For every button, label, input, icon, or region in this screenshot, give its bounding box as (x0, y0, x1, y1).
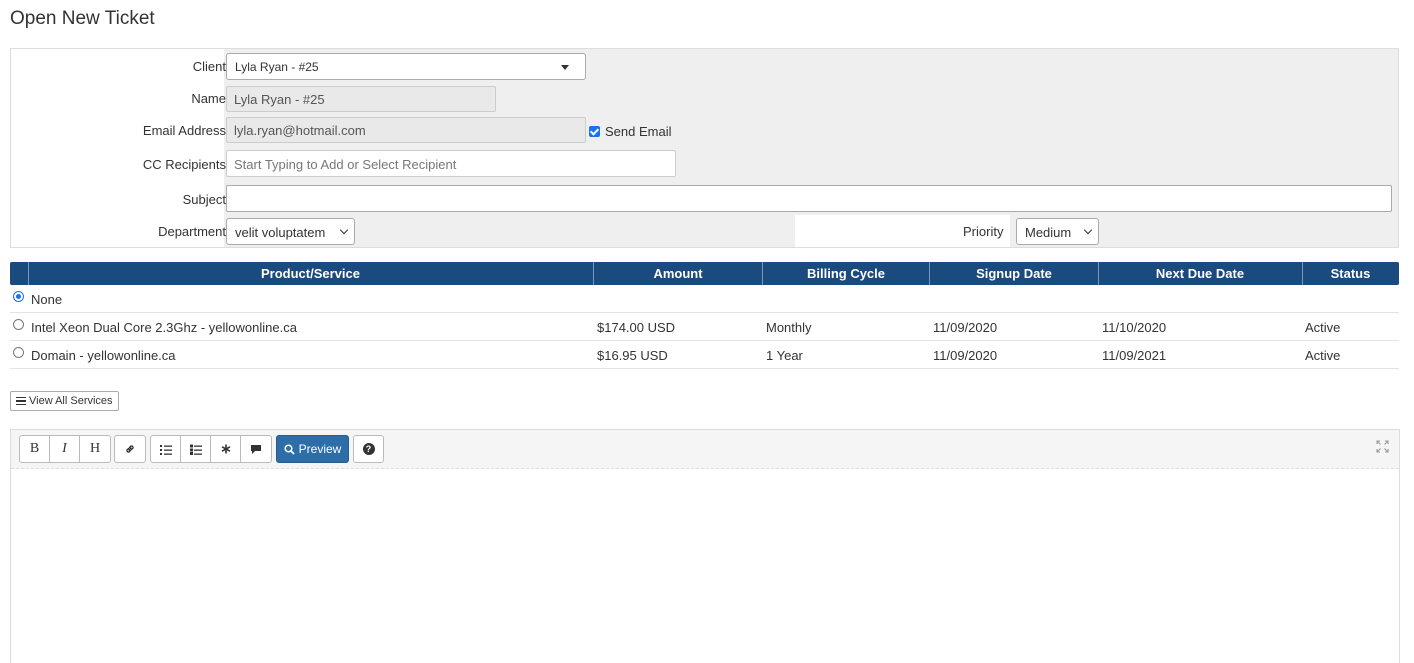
italic-button[interactable]: I (50, 436, 80, 462)
link-group (114, 435, 146, 463)
chevron-down-icon (339, 225, 349, 235)
col-product: Product/Service (261, 266, 360, 281)
service-radio-none[interactable] (13, 291, 24, 302)
client-label: Client (192, 59, 226, 74)
priority-select[interactable]: Medium (1016, 218, 1099, 245)
none-label: None (31, 292, 63, 307)
client-select[interactable]: Lyla Ryan - #25 (226, 53, 586, 80)
email-field: lyla.ryan@hotmail.com (226, 117, 586, 143)
department-row: Department velit voluptatem Priority Med… (11, 215, 1398, 247)
send-email-label: Send Email (605, 124, 672, 139)
ticket-form: Client Lyla Ryan - #25 Name Lyla Ryan - … (10, 48, 1399, 248)
format-group: B I H (19, 435, 111, 463)
cycle-cell: 1 Year (766, 348, 803, 363)
department-label: Department (158, 224, 226, 239)
link-icon (126, 445, 134, 453)
code-button[interactable] (211, 436, 241, 462)
amount-cell: $174.00 USD (597, 320, 676, 335)
col-signup-date: Signup Date (976, 266, 1052, 281)
editor-textarea[interactable] (11, 470, 1399, 663)
name-label: Name (191, 91, 226, 106)
name-field: Lyla Ryan - #25 (226, 86, 496, 112)
unordered-list-icon (159, 444, 172, 455)
chevron-down-icon (1083, 225, 1093, 235)
product-cell: Domain - yellowonline.ca (31, 348, 176, 363)
preview-button[interactable]: Preview (276, 435, 349, 463)
comment-icon (251, 444, 261, 454)
service-radio[interactable] (13, 347, 24, 358)
client-select-value: Lyla Ryan - #25 (235, 60, 319, 74)
priority-value: Medium (1025, 225, 1072, 240)
ordered-list-icon (189, 444, 202, 455)
cc-recipients-input[interactable]: Start Typing to Add or Select Recipient (226, 150, 676, 177)
asterisk-icon (221, 444, 230, 454)
subject-row: Subject (11, 181, 1398, 215)
table-row[interactable]: Intel Xeon Dual Core 2.3Ghz - yellowonli… (10, 313, 1399, 341)
bold-button[interactable]: B (20, 436, 50, 462)
name-row: Name Lyla Ryan - #25 (11, 83, 1398, 115)
amount-cell: $16.95 USD (597, 348, 668, 363)
status-cell: Active (1305, 320, 1341, 335)
col-next-due-date: Next Due Date (1155, 266, 1245, 281)
table-row[interactable]: None (10, 285, 1399, 313)
quote-button[interactable] (241, 436, 271, 462)
view-all-services-button[interactable]: View All Services (10, 391, 119, 411)
send-email-option[interactable]: Send Email (589, 124, 671, 139)
help-button[interactable]: ? (353, 435, 384, 463)
editor-toolbar: B I H Preview ? (11, 430, 1399, 469)
email-label: Email Address (142, 123, 226, 138)
services-table: Product/Service Amount Billing Cycle Sig… (10, 262, 1399, 369)
question-icon: ? (362, 443, 375, 455)
col-billing-cycle: Billing Cycle (806, 266, 886, 281)
unordered-list-button[interactable] (151, 436, 181, 462)
ordered-list-button[interactable] (181, 436, 211, 462)
send-email-checkbox[interactable] (589, 126, 600, 137)
client-row: Client Lyla Ryan - #25 (11, 49, 1398, 83)
service-radio[interactable] (13, 319, 24, 330)
cc-label: CC Recipients (142, 157, 226, 172)
email-row: Email Address lyla.ryan@hotmail.com Send… (11, 115, 1398, 147)
view-all-services-label: View All Services (29, 395, 113, 407)
priority-label: Priority (963, 224, 1004, 239)
status-cell: Active (1305, 348, 1341, 363)
page-title: Open New Ticket (10, 8, 155, 29)
cycle-cell: Monthly (766, 320, 812, 335)
col-status: Status (1330, 266, 1371, 281)
link-button[interactable] (115, 436, 145, 462)
preview-label: Preview (298, 442, 342, 456)
search-icon (284, 443, 295, 455)
subject-label: Subject (182, 192, 226, 207)
department-value: velit voluptatem (235, 225, 326, 240)
expand-icon[interactable] (1376, 440, 1389, 453)
signup-cell: 11/09/2020 (933, 320, 998, 335)
due-cell: 11/09/2021 (1102, 348, 1167, 363)
cc-row: CC Recipients Start Typing to Add or Sel… (11, 147, 1398, 181)
services-table-header: Product/Service Amount Billing Cycle Sig… (10, 262, 1399, 285)
list-group (150, 435, 272, 463)
table-row[interactable]: Domain - yellowonline.ca $16.95 USD 1 Ye… (10, 341, 1399, 369)
product-cell: Intel Xeon Dual Core 2.3Ghz - yellowonli… (31, 320, 297, 335)
due-cell: 11/10/2020 (1102, 320, 1167, 335)
department-select[interactable]: velit voluptatem (226, 218, 355, 245)
heading-button[interactable]: H (80, 436, 110, 462)
message-editor[interactable]: B I H Preview ? (10, 429, 1400, 663)
subject-input[interactable] (226, 185, 1392, 212)
col-amount: Amount (653, 266, 703, 281)
caret-down-icon (561, 65, 569, 70)
list-icon (16, 397, 26, 405)
signup-cell: 11/09/2020 (933, 348, 998, 363)
